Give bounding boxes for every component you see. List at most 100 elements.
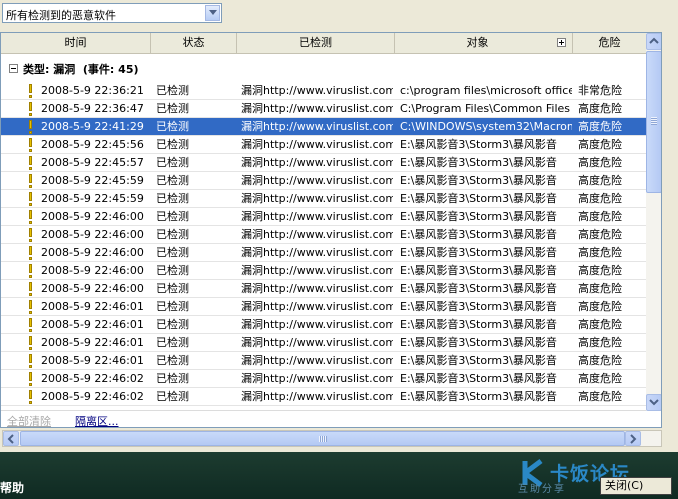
cell-danger: 高度危险 <box>578 336 622 349</box>
malware-filter-dropdown[interactable]: 所有检测到的恶意软件 <box>2 3 222 23</box>
dropdown-arrow-button[interactable] <box>205 5 220 21</box>
column-header-danger[interactable]: 危险 <box>573 33 646 53</box>
cell-detected: 漏洞http://www.viruslist.com <box>241 246 393 259</box>
warning-icon <box>28 227 33 243</box>
table-row[interactable]: 2008-5-9 22:46:02 已检测 漏洞http://www.virusli… <box>1 388 646 406</box>
cell-danger: 高度危险 <box>578 210 622 223</box>
close-button[interactable]: 关闭(C) <box>600 477 672 495</box>
cell-time: 2008-5-9 22:45:57 <box>41 156 144 169</box>
warning-icon <box>28 263 33 279</box>
cell-object: E:\暴风影音3\Storm3\暴风影音 <box>400 246 557 259</box>
table-row[interactable]: 2008-5-9 22:36:21 已检测 漏洞http://www.virusli… <box>1 82 646 100</box>
scroll-grip <box>651 117 657 125</box>
warning-icon <box>28 335 33 351</box>
scroll-left-button[interactable] <box>3 431 19 446</box>
cell-object: E:\暴风影音3\Storm3\暴风影音 <box>400 318 557 331</box>
warning-icon <box>28 209 33 225</box>
cell-time: 2008-5-9 22:45:59 <box>41 174 144 187</box>
cell-status: 已检测 <box>156 264 189 277</box>
table-row[interactable]: 2008-5-9 22:45:57 已检测 漏洞http://www.virusli… <box>1 154 646 172</box>
cell-time: 2008-5-9 22:45:59 <box>41 192 144 205</box>
help-label[interactable]: 帮助 <box>0 479 24 496</box>
column-header-object-label: 对象 <box>466 36 489 49</box>
cell-danger: 高度危险 <box>578 246 622 259</box>
clear-all-link[interactable]: 全部清除 <box>7 413 51 427</box>
cell-detected: 漏洞http://www.viruslist.com <box>241 336 393 349</box>
warning-icon <box>28 137 33 153</box>
cell-status: 已检测 <box>156 246 189 259</box>
vertical-scrollbar[interactable] <box>646 33 661 411</box>
cell-status: 已检测 <box>156 102 189 115</box>
scroll-down-button[interactable] <box>646 394 661 411</box>
group-type: 类型: 漏洞 <box>23 63 76 76</box>
cell-danger: 高度危险 <box>578 372 622 385</box>
group-label: 类型: 漏洞 (事件: 45) <box>23 61 139 77</box>
cell-time: 2008-5-9 22:45:56 <box>41 138 144 151</box>
cell-object: E:\暴风影音3\Storm3\暴风影音 <box>400 174 557 187</box>
table-row[interactable]: 2008-5-9 22:45:59 已检测 漏洞http://www.virusli… <box>1 190 646 208</box>
cell-detected: 漏洞http://www.viruslist.com <box>241 228 393 241</box>
cell-detected: 漏洞http://www.viruslist.com <box>241 354 393 367</box>
cell-danger: 高度危险 <box>578 390 622 403</box>
table-row-selected[interactable]: 2008-5-9 22:41:29 已检测 漏洞http://www.virusli… <box>1 118 646 136</box>
cell-detected: 漏洞http://www.viruslist.com <box>241 156 393 169</box>
table-row[interactable]: 2008-5-9 22:46:00 已检测 漏洞http://www.virusli… <box>1 226 646 244</box>
scroll-right-button[interactable] <box>625 431 641 446</box>
table-row[interactable]: 2008-5-9 22:46:00 已检测 漏洞http://www.virusli… <box>1 244 646 262</box>
watermark-slogan: 互助分享 <box>518 484 566 495</box>
chevron-down-icon <box>649 399 659 406</box>
vertical-scroll-thumb[interactable] <box>646 51 661 193</box>
cell-object: E:\暴风影音3\Storm3\暴风影音 <box>400 210 557 223</box>
cell-status: 已检测 <box>156 318 189 331</box>
cell-object: E:\暴风影音3\Storm3\暴风影音 <box>400 336 557 349</box>
warning-icon <box>28 119 33 135</box>
cell-object: c:\program files\microsoft office <box>400 84 572 97</box>
detection-rows: 2008-5-9 22:36:21 已检测 漏洞http://www.virusli… <box>1 82 646 406</box>
table-row[interactable]: 2008-5-9 22:45:59 已检测 漏洞http://www.virusli… <box>1 172 646 190</box>
table-row[interactable]: 2008-5-9 22:46:00 已检测 漏洞http://www.virusli… <box>1 262 646 280</box>
cell-danger: 高度危险 <box>578 300 622 313</box>
cell-danger: 高度危险 <box>578 120 622 133</box>
expand-column-icon[interactable] <box>557 38 566 47</box>
warning-icon <box>28 371 33 387</box>
scroll-up-button[interactable] <box>646 33 661 50</box>
detections-list: 时间 状态 已检测 对象 危险 类型: 漏洞 (事件: 45) 2008-5-9… <box>0 32 662 428</box>
collapse-group-icon[interactable] <box>9 64 18 73</box>
cell-status: 已检测 <box>156 354 189 367</box>
table-row[interactable]: 2008-5-9 22:46:01 已检测 漏洞http://www.virusli… <box>1 352 646 370</box>
column-header-object[interactable]: 对象 <box>395 33 573 53</box>
table-row[interactable]: 2008-5-9 22:45:56 已检测 漏洞http://www.virusli… <box>1 136 646 154</box>
cell-status: 已检测 <box>156 138 189 151</box>
list-footer: 全部清除 隔离区... <box>1 410 646 427</box>
column-header-detected[interactable]: 已检测 <box>237 33 395 53</box>
cell-status: 已检测 <box>156 228 189 241</box>
cell-object: E:\暴风影音3\Storm3\暴风影音 <box>400 228 557 241</box>
quarantine-link[interactable]: 隔离区... <box>75 413 119 427</box>
horizontal-scroll-thumb[interactable] <box>20 431 625 446</box>
warning-icon <box>28 155 33 171</box>
cell-danger: 高度危险 <box>578 156 622 169</box>
cell-time: 2008-5-9 22:46:00 <box>41 246 144 259</box>
cell-status: 已检测 <box>156 84 189 97</box>
table-row[interactable]: 2008-5-9 22:46:01 已检测 漏洞http://www.virusli… <box>1 298 646 316</box>
table-row[interactable]: 2008-5-9 22:36:47 已检测 漏洞http://www.virusli… <box>1 100 646 118</box>
group-header-vulnerability[interactable]: 类型: 漏洞 (事件: 45) <box>1 55 646 81</box>
cell-status: 已检测 <box>156 390 189 403</box>
table-row[interactable]: 2008-5-9 22:46:02 已检测 漏洞http://www.virusli… <box>1 370 646 388</box>
table-row[interactable]: 2008-5-9 22:46:01 已检测 漏洞http://www.virusli… <box>1 316 646 334</box>
cell-status: 已检测 <box>156 120 189 133</box>
cell-status: 已检测 <box>156 372 189 385</box>
cell-object: E:\暴风影音3\Storm3\暴风影音 <box>400 156 557 169</box>
column-header-status[interactable]: 状态 <box>151 33 237 53</box>
table-row[interactable]: 2008-5-9 22:46:01 已检测 漏洞http://www.virusli… <box>1 334 646 352</box>
table-row[interactable]: 2008-5-9 22:46:00 已检测 漏洞http://www.virusli… <box>1 280 646 298</box>
table-row[interactable]: 2008-5-9 22:46:00 已检测 漏洞http://www.virusli… <box>1 208 646 226</box>
column-header-time[interactable]: 时间 <box>1 33 151 53</box>
cell-time: 2008-5-9 22:36:47 <box>41 102 144 115</box>
cell-danger: 高度危险 <box>578 138 622 151</box>
warning-icon <box>28 281 33 297</box>
warning-icon <box>28 317 33 333</box>
cell-time: 2008-5-9 22:46:01 <box>41 300 144 313</box>
cell-detected: 漏洞http://www.viruslist.com <box>241 210 393 223</box>
horizontal-scrollbar[interactable] <box>2 430 662 447</box>
